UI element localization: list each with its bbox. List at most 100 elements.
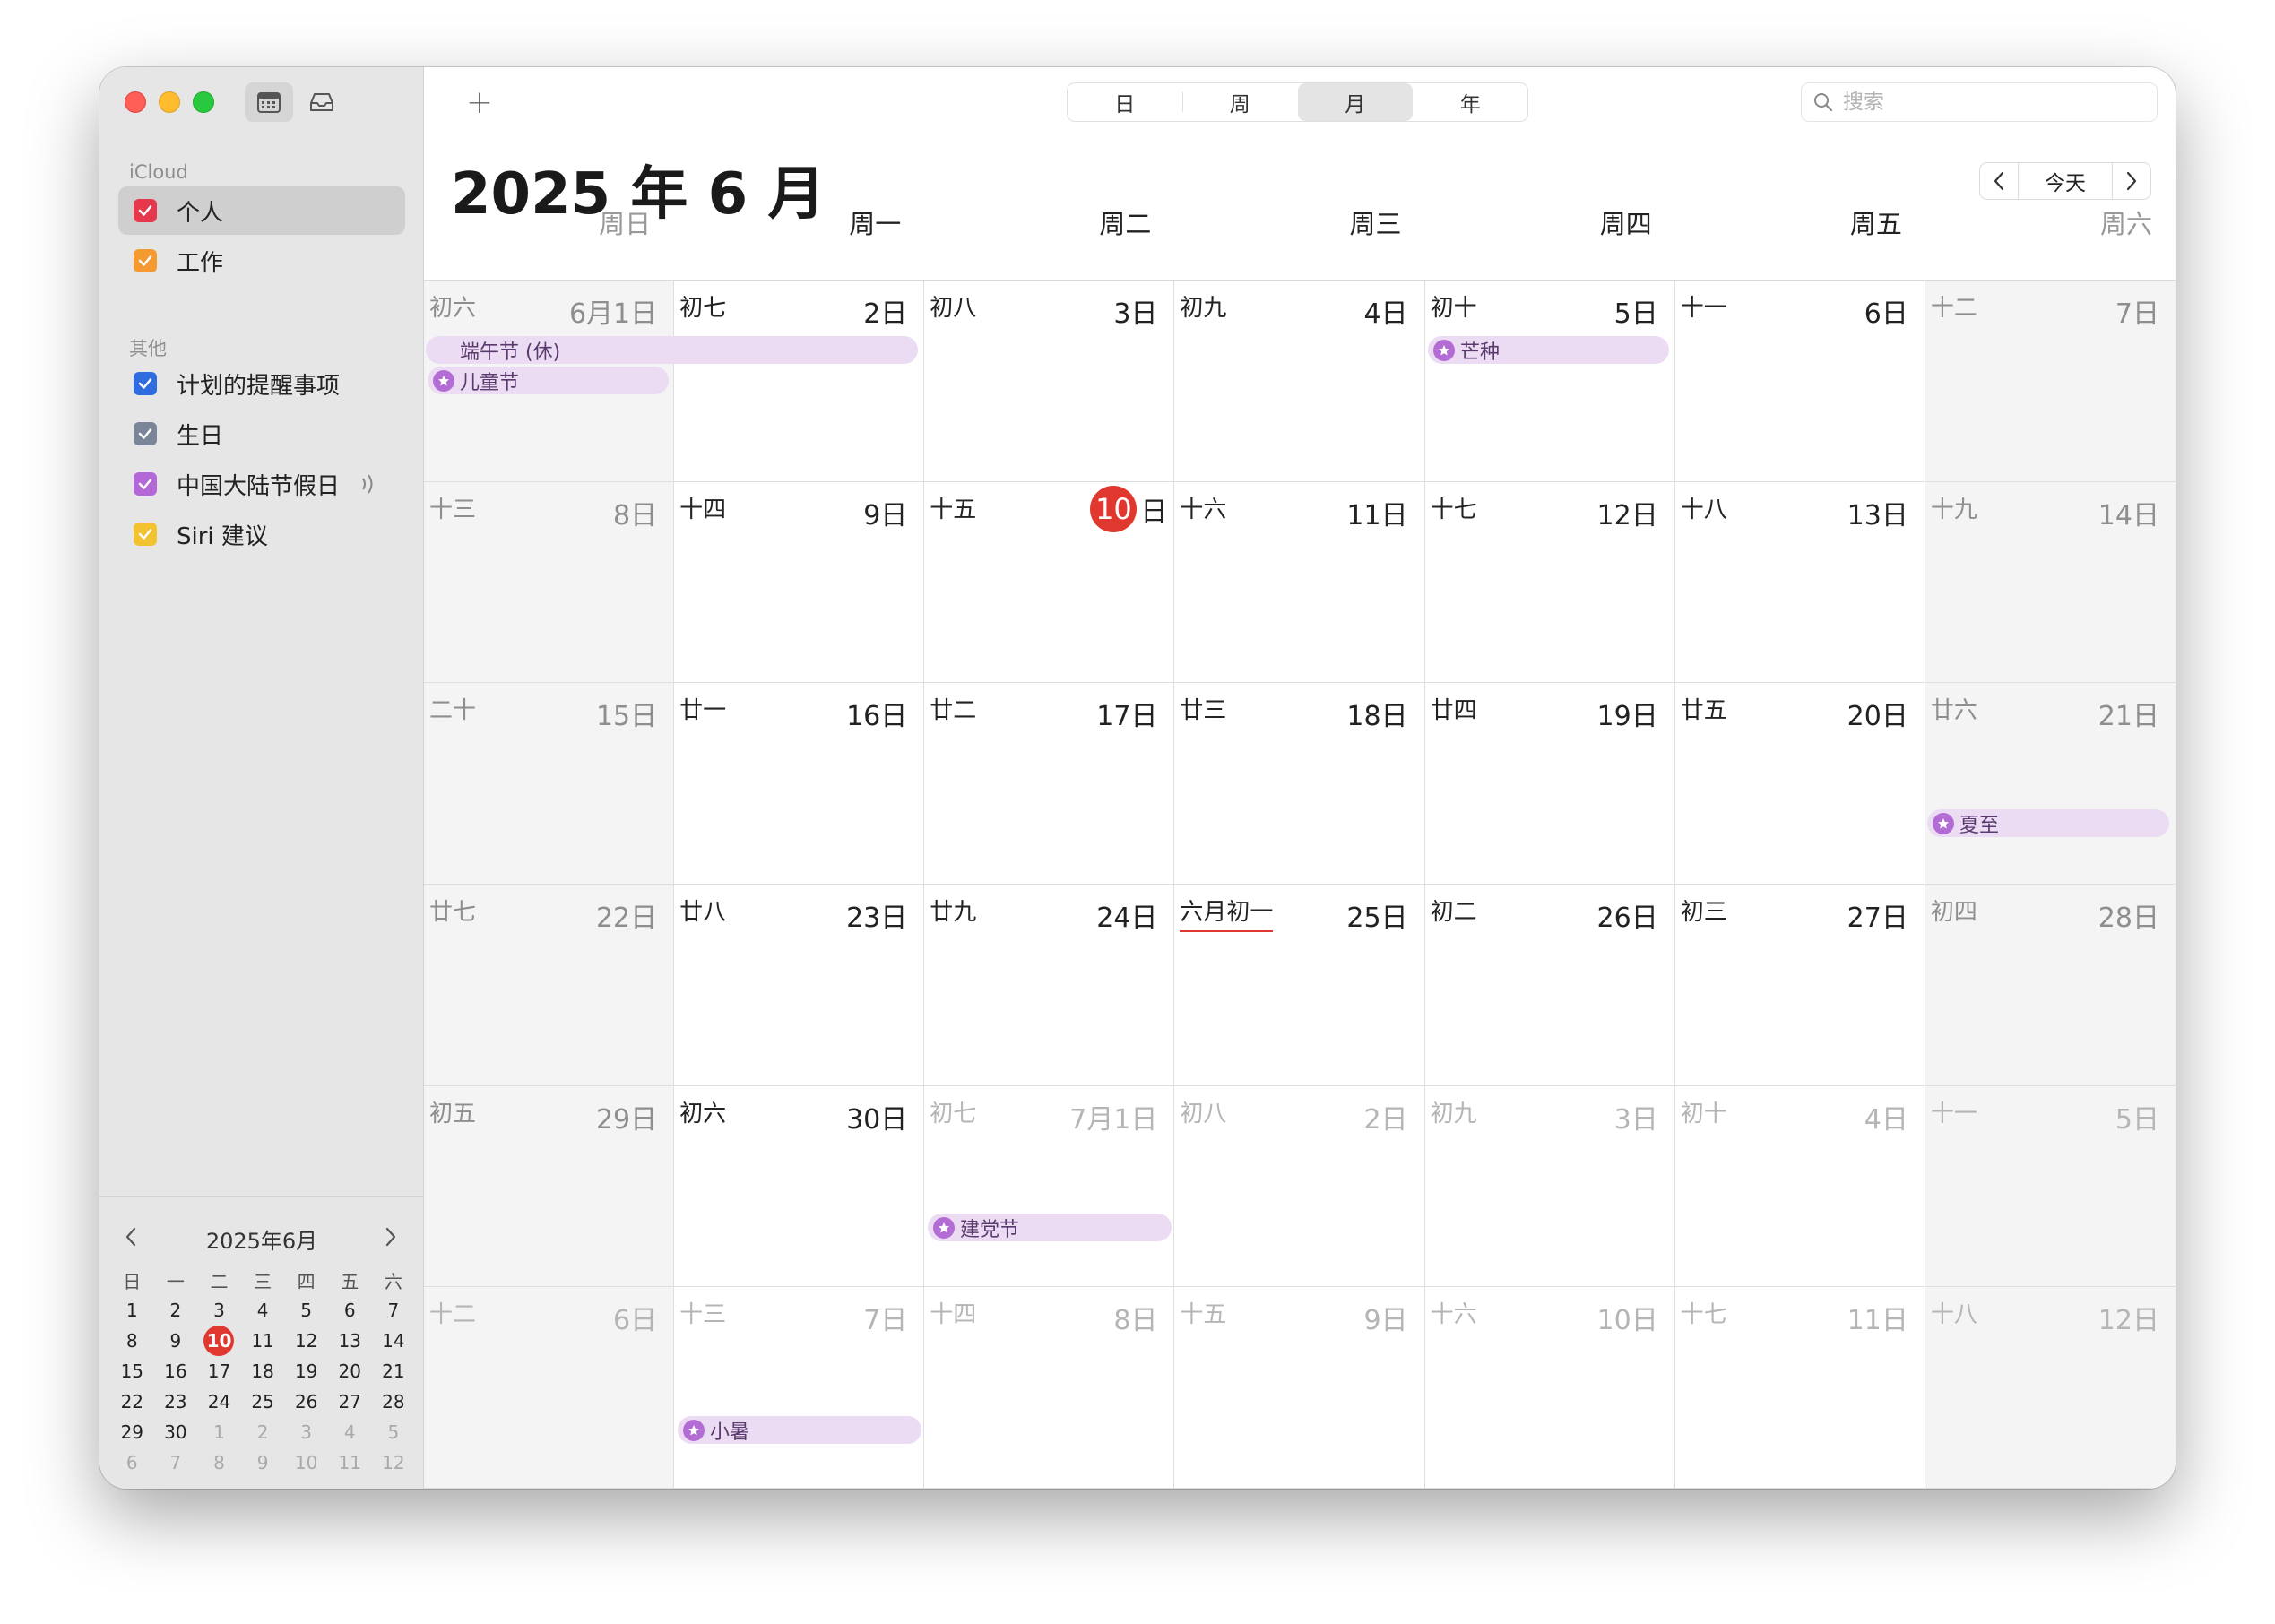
day-cell[interactable]: 十七 12日 (1424, 481, 1675, 684)
day-cell[interactable]: 十五 9日 (1174, 1287, 1425, 1489)
search-field[interactable] (1801, 82, 2158, 122)
mini-day[interactable]: 25 (241, 1391, 285, 1412)
checkbox-checked-icon[interactable] (134, 372, 157, 395)
mini-day[interactable]: 11 (328, 1452, 372, 1473)
day-cell[interactable]: 十一 5日 (1925, 1085, 2176, 1288)
calendar-item-personal[interactable]: 个人 (118, 186, 405, 235)
day-cell[interactable]: 十七 11日 (1674, 1287, 1925, 1489)
mini-day[interactable]: 22 (110, 1391, 154, 1412)
event-childrens-day[interactable]: 儿童节 (428, 367, 669, 394)
checkbox-checked-icon[interactable] (134, 249, 157, 272)
mini-day[interactable]: 18 (241, 1361, 285, 1382)
mini-day[interactable]: 5 (372, 1421, 416, 1443)
day-cell[interactable]: 初十 4日 (1674, 1085, 1925, 1288)
day-cell[interactable]: 廿六 21日 (1925, 683, 2176, 885)
day-cell[interactable]: 初十 5日 (1424, 281, 1675, 482)
mini-day[interactable]: 4 (241, 1300, 285, 1321)
day-cell[interactable]: 廿三 18日 (1174, 683, 1425, 885)
day-cell[interactable]: 廿四 19日 (1424, 683, 1675, 885)
day-cell[interactable]: 初二 26日 (1424, 885, 1675, 1086)
mini-day[interactable]: 23 (154, 1391, 198, 1412)
mini-day[interactable]: 2 (241, 1421, 285, 1443)
inbox-button[interactable] (298, 82, 346, 122)
mini-day[interactable]: 6 (328, 1300, 372, 1321)
mini-day[interactable]: 8 (110, 1330, 154, 1352)
add-event-button[interactable]: + (460, 82, 499, 122)
mini-day[interactable]: 3 (197, 1300, 241, 1321)
mini-day[interactable]: 16 (154, 1361, 198, 1382)
next-month-button[interactable] (2113, 163, 2150, 199)
event-party-day[interactable]: 建党节 (928, 1214, 1172, 1241)
mini-day[interactable]: 13 (328, 1330, 372, 1352)
day-cell[interactable]: 十八 13日 (1674, 481, 1925, 684)
mini-day[interactable]: 10 (284, 1452, 328, 1473)
day-cell[interactable]: 初四 28日 (1925, 885, 2176, 1086)
checkbox-checked-icon[interactable] (134, 422, 157, 445)
day-cell[interactable]: 十五 10 日 (924, 481, 1175, 684)
mini-day[interactable]: 6 (110, 1452, 154, 1473)
day-cell[interactable]: 十六 11日 (1174, 481, 1425, 684)
mini-day[interactable]: 8 (197, 1452, 241, 1473)
day-cell[interactable]: 十二 6日 (424, 1287, 675, 1489)
view-tab-day[interactable]: 日 (1068, 83, 1182, 121)
calendar-list-toggle-button[interactable] (245, 82, 293, 122)
mini-day[interactable]: 28 (372, 1391, 416, 1412)
mini-day[interactable]: 10 (197, 1326, 241, 1356)
view-tab-year[interactable]: 年 (1414, 83, 1528, 121)
search-input[interactable] (1843, 91, 2139, 114)
day-cell[interactable]: 初八 3日 (924, 281, 1175, 482)
mini-next-month-button[interactable] (377, 1223, 404, 1250)
mini-day[interactable]: 2 (154, 1300, 198, 1321)
mini-day[interactable]: 9 (241, 1452, 285, 1473)
mini-day[interactable]: 7 (154, 1452, 198, 1473)
day-cell[interactable]: 廿五 20日 (1674, 683, 1925, 885)
mini-day[interactable]: 12 (284, 1330, 328, 1352)
day-cell[interactable]: 廿二 17日 (924, 683, 1175, 885)
day-cell[interactable]: 初五 29日 (424, 1085, 675, 1288)
mini-day[interactable]: 17 (197, 1361, 241, 1382)
mini-day[interactable]: 12 (372, 1452, 416, 1473)
day-cell[interactable]: 廿八 23日 (674, 885, 925, 1086)
day-cell[interactable]: 初七 2日 (674, 281, 925, 482)
day-cell[interactable]: 初九 3日 (1424, 1085, 1675, 1288)
view-tab-month[interactable]: 月 (1298, 83, 1413, 121)
calendar-item-holidays[interactable]: 中国大陆节假日 (118, 460, 405, 508)
day-cell[interactable]: 初六 30日 (674, 1085, 925, 1288)
mini-day[interactable]: 14 (372, 1330, 416, 1352)
calendar-item-birthdays[interactable]: 生日 (118, 410, 405, 458)
mini-day[interactable]: 7 (372, 1300, 416, 1321)
mini-day[interactable]: 5 (284, 1300, 328, 1321)
day-cell[interactable]: 初九 4日 (1174, 281, 1425, 482)
day-cell[interactable]: 十三 8日 (424, 481, 675, 684)
mini-day[interactable]: 19 (284, 1361, 328, 1382)
day-cell[interactable]: 十四 9日 (674, 481, 925, 684)
day-cell[interactable]: 十一 6日 (1674, 281, 1925, 482)
event-summer-solstice[interactable]: 夏至 (1927, 809, 2169, 837)
calendar-item-work[interactable]: 工作 (118, 237, 405, 285)
day-cell[interactable]: 十四 8日 (924, 1287, 1175, 1489)
mini-day[interactable]: 21 (372, 1361, 416, 1382)
mini-day[interactable]: 11 (241, 1330, 285, 1352)
checkbox-checked-icon[interactable] (134, 199, 157, 222)
mini-day[interactable]: 26 (284, 1391, 328, 1412)
day-cell[interactable]: 十九 14日 (1925, 481, 2176, 684)
day-cell[interactable]: 初三 27日 (1674, 885, 1925, 1086)
today-button[interactable]: 今天 (2018, 163, 2113, 199)
mini-day[interactable]: 27 (328, 1391, 372, 1412)
event-minor-heat[interactable]: 小暑 (678, 1416, 921, 1444)
minimize-window-button[interactable] (159, 91, 180, 113)
mini-day[interactable]: 24 (197, 1391, 241, 1412)
day-cell[interactable]: 十二 7日 (1925, 281, 2176, 482)
view-tab-week[interactable]: 周 (1183, 83, 1298, 121)
checkbox-checked-icon[interactable] (134, 472, 157, 496)
calendar-item-reminders[interactable]: 计划的提醒事项 (118, 359, 405, 408)
mini-day[interactable]: 15 (110, 1361, 154, 1382)
prev-month-button[interactable] (1980, 163, 2018, 199)
day-cell[interactable]: 廿七 22日 (424, 885, 675, 1086)
event-dragon-boat[interactable]: 端午节 (休) (426, 336, 918, 364)
mini-day[interactable]: 20 (328, 1361, 372, 1382)
close-window-button[interactable] (125, 91, 146, 113)
day-cell[interactable]: 初八 2日 (1174, 1085, 1425, 1288)
day-cell[interactable]: 初七 7月1日 (924, 1085, 1175, 1288)
zoom-window-button[interactable] (193, 91, 214, 113)
